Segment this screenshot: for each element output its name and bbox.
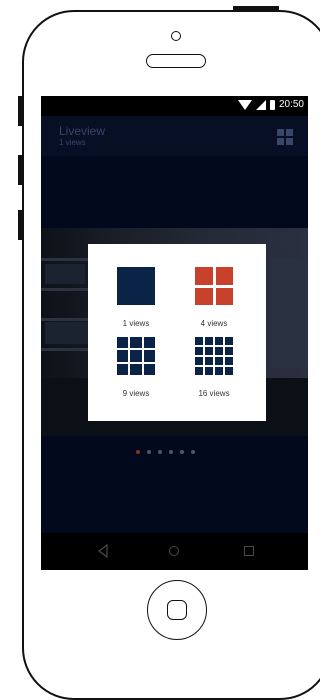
layout-cell [225, 357, 233, 365]
layout-cell [195, 347, 203, 355]
layout-cell [130, 363, 142, 375]
android-nav-bar [41, 533, 308, 570]
pager-dot[interactable] [191, 450, 195, 454]
layout-cell [117, 337, 129, 349]
layout-option-label: 16 views [198, 389, 230, 398]
layout-picker-dialog: 1 views 4 views 9 views 16 views [88, 244, 266, 421]
feed-books [45, 322, 89, 344]
layout-cell [143, 350, 155, 362]
layout-cell [195, 367, 203, 375]
layout-cell [205, 337, 213, 345]
layout-cell [205, 347, 213, 355]
layout-cell [205, 357, 213, 365]
layout-option[interactable]: 9 views [101, 337, 171, 407]
layout-cell [225, 337, 233, 345]
recents-icon[interactable] [244, 546, 254, 556]
layout-cell [117, 267, 155, 305]
layout-cell [205, 367, 213, 375]
pager-dot[interactable] [169, 450, 173, 454]
layout-option[interactable]: 1 views [101, 267, 171, 337]
layout-cell [215, 357, 223, 365]
app-bar: Liveview 1 views [41, 116, 308, 156]
feed-shelf [41, 348, 93, 351]
layout-cell [143, 337, 155, 349]
feed-books [45, 264, 85, 284]
pager-dot[interactable] [147, 450, 151, 454]
feed-shelf [41, 288, 93, 291]
layout-option[interactable]: 4 views [179, 267, 249, 337]
volume-down-button [18, 210, 23, 240]
layout-cell [195, 337, 203, 345]
battery-icon [269, 100, 275, 110]
layout-cell [195, 287, 213, 305]
layout-cell [215, 267, 233, 285]
pager-dot[interactable] [158, 450, 162, 454]
status-time: 20:50 [278, 99, 304, 110]
layout-cell [225, 347, 233, 355]
layout-cell [215, 337, 223, 345]
page-title: Liveview [59, 124, 106, 138]
layout-cell [143, 363, 155, 375]
layout-cell [117, 363, 129, 375]
wifi-icon [237, 100, 252, 110]
status-bar: 20:50 [41, 96, 308, 116]
power-button [233, 6, 279, 11]
layout-cell [195, 357, 203, 365]
layout-cell [195, 267, 213, 285]
layout-1-icon [117, 267, 155, 305]
layout-option[interactable]: 16 views [179, 337, 249, 407]
pager-dots [136, 450, 195, 454]
feed-shelf [41, 258, 93, 261]
layout-option-label: 9 views [122, 389, 150, 398]
back-icon[interactable] [97, 544, 109, 558]
volume-up-button [18, 155, 23, 185]
layout-cell [117, 350, 129, 362]
layout-option-label: 4 views [200, 319, 228, 328]
pager-dot[interactable] [136, 450, 140, 454]
layout-option-label: 1 views [122, 319, 150, 328]
signal-icon [255, 100, 266, 110]
home-button[interactable] [147, 580, 207, 640]
feed-shelf [41, 318, 93, 321]
pager-dot[interactable] [180, 450, 184, 454]
earpiece-speaker [146, 54, 206, 68]
layout-cell [225, 367, 233, 375]
layout-cell [130, 337, 142, 349]
layout-cell [215, 367, 223, 375]
layout-9-icon [117, 337, 155, 375]
layout-grid-icon[interactable] [277, 129, 293, 145]
mute-switch [18, 96, 23, 126]
layout-16-icon [195, 337, 233, 375]
nav-home-icon[interactable] [169, 546, 179, 556]
home-button-inner [167, 600, 187, 620]
layout-cell [215, 347, 223, 355]
feed-window [271, 258, 308, 368]
layout-cell [130, 350, 142, 362]
layout-4-icon [195, 267, 233, 305]
front-camera [171, 31, 181, 41]
layout-cell [215, 287, 233, 305]
page-subtitle: 1 views [59, 138, 86, 147]
